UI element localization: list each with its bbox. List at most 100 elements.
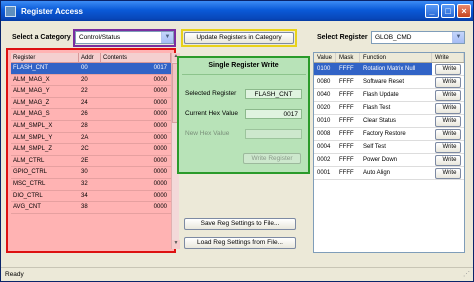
contents-cell: 0000: [153, 180, 167, 187]
resize-grip-icon[interactable]: ⋰: [463, 271, 471, 279]
addr-cell: 2C: [81, 146, 89, 153]
write-cell: Write: [432, 115, 464, 127]
value-cell: 0001: [317, 170, 331, 176]
column-header-function[interactable]: Function: [360, 53, 432, 62]
register-cell: ALM_MAG_Z: [13, 99, 50, 106]
minimize-button[interactable]: _: [425, 4, 439, 18]
contents-cell: 0000: [153, 169, 167, 176]
maximize-button[interactable]: □: [441, 4, 455, 18]
table-row[interactable]: ALM_MAG_Y 22 0000: [11, 86, 171, 98]
table-row[interactable]: 0010 FFFF Clear Status Write: [314, 115, 464, 128]
table-row[interactable]: ALM_CTRL 2E 0000: [11, 156, 171, 168]
table-row[interactable]: 0100 FFFF Rotation Matrix Null Write: [314, 63, 464, 76]
function-table-header: Value Mask Function Write: [314, 53, 464, 63]
contents-cell: 0000: [153, 146, 167, 153]
table-row[interactable]: ALM_SMPL_Y 2A 0000: [11, 133, 171, 145]
update-registers-button[interactable]: Update Registers in Category: [184, 32, 294, 44]
addr-cell: 26: [81, 111, 88, 118]
table-row[interactable]: 0040 FFFF Flash Update Write: [314, 89, 464, 102]
register-dropdown[interactable]: GLOB_CMD ▼: [371, 31, 465, 44]
mask-cell: FFFF: [339, 118, 354, 124]
load-settings-button[interactable]: Load Reg Settings from File...: [184, 237, 296, 249]
table-row[interactable]: ALM_SMPL_Z 2C 0000: [11, 144, 171, 156]
addr-cell: 00: [81, 65, 88, 71]
contents-cell: 0000: [153, 99, 167, 106]
function-cell: Flash Update: [363, 92, 399, 98]
function-cell: Power Down: [363, 157, 398, 163]
save-settings-button[interactable]: Save Reg Settings to File...: [184, 218, 296, 230]
write-button[interactable]: Write: [435, 168, 461, 179]
mask-cell: FFFF: [339, 131, 354, 137]
function-cell: Rotation Matrix Null: [360, 63, 432, 75]
value-cell: 0002: [317, 157, 331, 163]
window-title: Register Access: [21, 6, 83, 16]
write-button[interactable]: Write: [435, 116, 461, 127]
table-row[interactable]: 0002 FFFF Power Down Write: [314, 154, 464, 167]
mask-cell: FFFF: [339, 157, 354, 163]
write-cell: Write: [432, 167, 464, 179]
table-row[interactable]: AVG_CNT 38 0000: [11, 202, 171, 214]
new-hex-input[interactable]: [245, 129, 302, 139]
contents-cell: 0000: [153, 76, 167, 83]
write-button[interactable]: Write: [435, 90, 461, 101]
write-cell: Write: [432, 76, 464, 88]
column-header-write[interactable]: Write: [432, 53, 464, 62]
chevron-down-icon[interactable]: ▼: [452, 32, 464, 43]
register-access-window: Register Access _ □ × Select a Category …: [0, 0, 474, 282]
register-cell: ALM_SMPL_X: [13, 122, 53, 129]
title-bar[interactable]: Register Access _ □ ×: [1, 1, 473, 21]
table-row[interactable]: ALM_SMPL_X 28 0000: [11, 121, 171, 133]
write-cell: Write: [432, 141, 464, 153]
write-button[interactable]: Write: [435, 64, 461, 75]
table-row[interactable]: 0004 FFFF Self Test Write: [314, 141, 464, 154]
table-row[interactable]: MSC_CTRL 32 0000: [11, 179, 171, 191]
function-cell: Flash Test: [363, 105, 391, 111]
table-row[interactable]: ALM_MAG_X 20 0000: [11, 75, 171, 87]
close-button[interactable]: ×: [457, 4, 471, 18]
write-cell: Write: [432, 154, 464, 166]
table-row[interactable]: DIO_CTRL 34 0000: [11, 191, 171, 203]
write-button[interactable]: Write: [435, 77, 461, 88]
function-table[interactable]: Value Mask Function Write 0100 FFFF Rotati…: [313, 52, 465, 253]
function-cell: Software Reset: [363, 79, 405, 85]
column-header-value[interactable]: Value: [314, 53, 336, 62]
register-cell: AVG_CNT: [13, 204, 41, 211]
value-cell: 0040: [317, 92, 331, 98]
column-header-contents[interactable]: Contents: [101, 53, 171, 62]
new-hex-label: New Hex Value: [185, 130, 230, 137]
value-cell: 0010: [317, 118, 331, 124]
column-header-mask[interactable]: Mask: [336, 53, 360, 62]
table-row[interactable]: 0020 FFFF Flash Test Write: [314, 102, 464, 115]
table-row[interactable]: FLASH_CNT 00 0017: [11, 63, 171, 75]
addr-cell: 28: [81, 122, 88, 129]
write-register-button[interactable]: Write Register: [243, 153, 301, 164]
register-table-highlight: Register Addr Contents FLASH_CNT 00 0017 AL…: [6, 48, 180, 253]
register-cell: GPIO_CTRL: [13, 169, 48, 176]
table-row[interactable]: 0001 FFFF Auto Align Write: [314, 167, 464, 180]
table-row[interactable]: ALM_MAG_S 26 0000: [11, 109, 171, 121]
register-cell: ALM_MAG_X: [13, 76, 50, 83]
contents-cell: 0000: [153, 157, 167, 164]
contents-cell: 0000: [153, 111, 167, 118]
table-row[interactable]: 0008 FFFF Factory Restore Write: [314, 128, 464, 141]
write-button[interactable]: Write: [435, 155, 461, 166]
write-button[interactable]: Write: [435, 142, 461, 153]
register-value: GLOB_CMD: [375, 34, 412, 41]
table-row[interactable]: ALM_MAG_Z 24 0000: [11, 98, 171, 110]
category-dropdown[interactable]: Control/Status ▼: [75, 31, 174, 44]
addr-cell: 2E: [81, 157, 89, 164]
category-label: Select a Category: [12, 34, 71, 41]
table-row[interactable]: 0080 FFFF Software Reset Write: [314, 76, 464, 89]
divider: [182, 74, 306, 75]
register-table[interactable]: Register Addr Contents FLASH_CNT 00 0017 AL…: [11, 53, 171, 214]
contents-cell: 0000: [153, 204, 167, 211]
chevron-down-icon[interactable]: ▼: [161, 32, 173, 43]
register-cell: MSC_CTRL: [13, 180, 46, 187]
column-header-addr[interactable]: Addr: [79, 53, 101, 62]
scroll-down-icon[interactable]: ▼: [172, 240, 180, 249]
write-button[interactable]: Write: [435, 129, 461, 140]
column-header-register[interactable]: Register: [11, 53, 79, 62]
value-cell: 0020: [317, 105, 331, 111]
table-row[interactable]: GPIO_CTRL 30 0000: [11, 167, 171, 179]
write-button[interactable]: Write: [435, 103, 461, 114]
